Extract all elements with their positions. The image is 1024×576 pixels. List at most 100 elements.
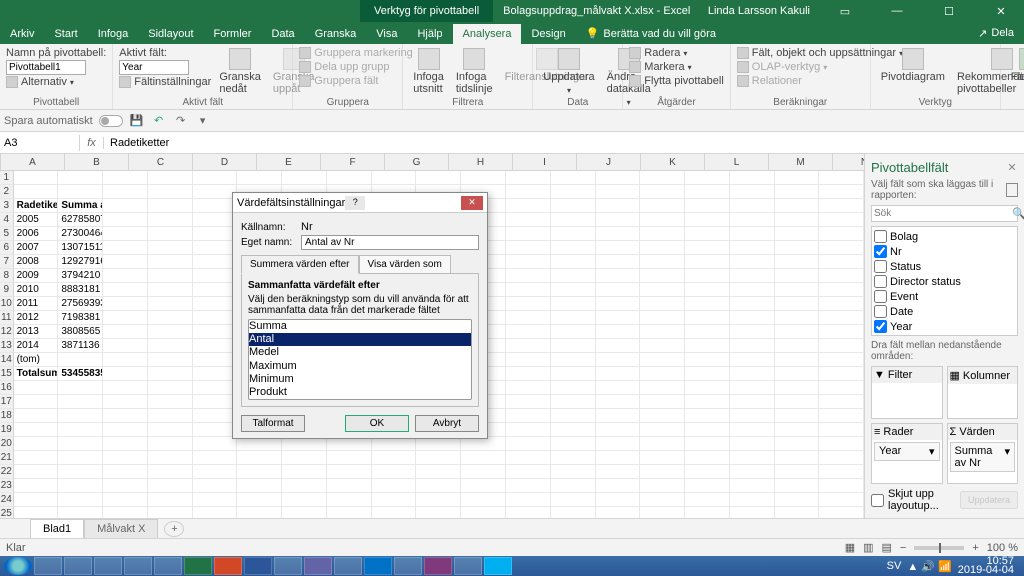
cell[interactable] <box>775 269 820 283</box>
cell[interactable] <box>730 367 775 381</box>
menu-tab-sidlayout[interactable]: Sidlayout <box>138 24 203 44</box>
cell[interactable] <box>730 297 775 311</box>
menu-tab-data[interactable]: Data <box>261 24 304 44</box>
cell[interactable] <box>775 241 820 255</box>
fx-icon[interactable]: fx <box>80 137 104 149</box>
cell[interactable] <box>14 185 59 199</box>
cell[interactable] <box>103 185 148 199</box>
field-item[interactable]: Nr <box>874 244 1015 259</box>
cell[interactable] <box>237 507 282 518</box>
autosave-toggle[interactable] <box>99 115 123 127</box>
cell[interactable] <box>685 255 730 269</box>
cell[interactable] <box>58 353 103 367</box>
cell[interactable] <box>819 353 864 367</box>
cell[interactable] <box>193 395 238 409</box>
cell[interactable] <box>14 465 59 479</box>
cell[interactable] <box>640 213 685 227</box>
cell[interactable] <box>730 423 775 437</box>
cell[interactable] <box>596 423 641 437</box>
cell[interactable] <box>730 325 775 339</box>
cell[interactable] <box>103 507 148 518</box>
col-header[interactable]: B <box>65 154 129 170</box>
pivot-chart-button[interactable]: Pivotdiagram <box>877 46 949 85</box>
col-header[interactable]: J <box>577 154 641 170</box>
cell[interactable] <box>775 171 820 185</box>
values-area-item[interactable]: Summa av Nr▾ <box>950 442 1016 472</box>
cell[interactable] <box>551 353 596 367</box>
cell[interactable] <box>506 339 551 353</box>
cell[interactable] <box>551 241 596 255</box>
cell[interactable] <box>596 451 641 465</box>
row-header[interactable]: 24 <box>0 493 14 507</box>
cell[interactable]: 2013 <box>14 325 59 339</box>
cell[interactable] <box>148 367 193 381</box>
cell[interactable] <box>14 493 59 507</box>
cell[interactable] <box>640 227 685 241</box>
cell[interactable] <box>685 353 730 367</box>
cell[interactable]: 8883181 <box>58 283 103 297</box>
cell[interactable] <box>596 227 641 241</box>
field-checkbox[interactable] <box>874 260 887 273</box>
cell[interactable] <box>506 325 551 339</box>
cell[interactable] <box>193 381 238 395</box>
cell[interactable] <box>551 255 596 269</box>
taskbar-chrome-icon[interactable] <box>454 557 482 575</box>
new-sheet-button[interactable]: + <box>164 521 184 537</box>
cell[interactable] <box>596 297 641 311</box>
cell[interactable] <box>640 297 685 311</box>
row-header[interactable]: 8 <box>0 269 14 283</box>
cell[interactable] <box>103 199 148 213</box>
cell[interactable] <box>819 325 864 339</box>
cell[interactable] <box>819 451 864 465</box>
cell[interactable] <box>775 297 820 311</box>
cell[interactable] <box>596 507 641 518</box>
defer-layout-checkbox[interactable] <box>871 494 884 507</box>
field-checkbox[interactable] <box>874 305 887 318</box>
cell[interactable] <box>685 269 730 283</box>
cell[interactable] <box>551 367 596 381</box>
cell[interactable] <box>685 465 730 479</box>
cell[interactable] <box>551 325 596 339</box>
row-header[interactable]: 15 <box>0 367 14 381</box>
cell[interactable] <box>640 269 685 283</box>
cell[interactable] <box>58 493 103 507</box>
cell[interactable] <box>282 465 327 479</box>
cell[interactable] <box>103 269 148 283</box>
row-header[interactable]: 1 <box>0 171 14 185</box>
cell[interactable] <box>58 437 103 451</box>
cell[interactable] <box>461 171 506 185</box>
cell[interactable] <box>775 199 820 213</box>
cell[interactable] <box>193 311 238 325</box>
cell[interactable] <box>596 437 641 451</box>
cell[interactable] <box>327 451 372 465</box>
cell[interactable] <box>14 381 59 395</box>
cell[interactable] <box>461 493 506 507</box>
cell[interactable] <box>685 451 730 465</box>
cell[interactable] <box>237 465 282 479</box>
insert-timeline-button[interactable]: Infoga tidslinje <box>452 46 497 97</box>
cell[interactable] <box>103 283 148 297</box>
cell[interactable] <box>730 227 775 241</box>
cell[interactable] <box>193 283 238 297</box>
cell[interactable] <box>730 395 775 409</box>
field-item[interactable]: Event <box>874 289 1015 304</box>
cell[interactable] <box>327 507 372 518</box>
row-header[interactable]: 16 <box>0 381 14 395</box>
cell[interactable] <box>103 493 148 507</box>
cell[interactable] <box>193 451 238 465</box>
cell[interactable] <box>551 283 596 297</box>
taskbar-app-icon[interactable] <box>124 557 152 575</box>
cell[interactable] <box>730 241 775 255</box>
cell[interactable] <box>193 367 238 381</box>
cell[interactable] <box>506 409 551 423</box>
cell[interactable] <box>685 311 730 325</box>
col-header[interactable]: A <box>1 154 65 170</box>
cell[interactable] <box>148 395 193 409</box>
cell[interactable] <box>596 409 641 423</box>
cell[interactable] <box>775 507 820 518</box>
cell[interactable]: 2014 <box>14 339 59 353</box>
row-header[interactable]: 5 <box>0 227 14 241</box>
col-header[interactable]: L <box>705 154 769 170</box>
pivot-options-button[interactable]: Alternativ <box>6 75 74 89</box>
cell[interactable] <box>730 269 775 283</box>
